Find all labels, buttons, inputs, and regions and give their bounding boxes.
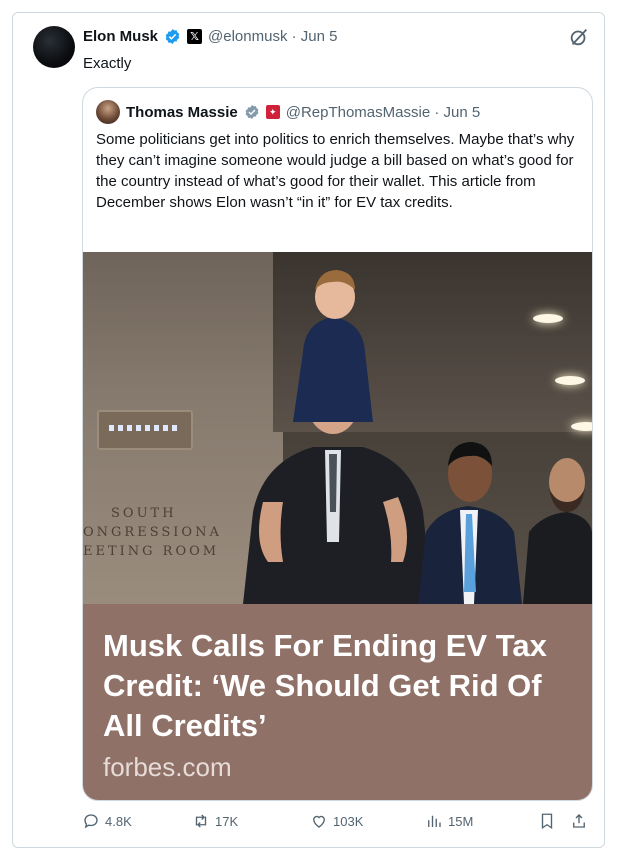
article-domain[interactable]: forbes.com bbox=[103, 752, 232, 783]
ceiling-light bbox=[555, 376, 585, 385]
government-verified-icon bbox=[245, 105, 259, 119]
ceiling-light bbox=[533, 314, 563, 323]
photo-man-far-right bbox=[523, 458, 592, 604]
photo-man-right bbox=[418, 442, 522, 604]
share-button[interactable] bbox=[570, 812, 588, 830]
quote-header: Thomas Massie ✦ @RepThomasMassie · Jun 5 bbox=[96, 100, 480, 124]
article-title[interactable]: Musk Calls For Ending EV Tax Credit: ‘We… bbox=[103, 626, 573, 746]
share-icon bbox=[573, 814, 585, 828]
like-count: 103K bbox=[333, 813, 364, 829]
congress-affiliation-icon: ✦ bbox=[265, 105, 280, 119]
repost-icon bbox=[195, 814, 207, 828]
tweet-header: Elon Musk 𝕏 @elonmusk · Jun 5 bbox=[83, 28, 337, 45]
views-button[interactable]: 15M bbox=[425, 812, 473, 830]
x-affiliation-icon: 𝕏 bbox=[187, 29, 203, 44]
verified-badge-icon bbox=[165, 29, 180, 44]
reply-count: 4.8K bbox=[105, 813, 132, 829]
bookmark-icon bbox=[541, 813, 553, 830]
wall-plaque bbox=[97, 410, 193, 450]
quoted-tweet[interactable]: Thomas Massie ✦ @RepThomasMassie · Jun 5… bbox=[82, 87, 593, 801]
views-count: 15M bbox=[448, 813, 474, 829]
views-chart-icon bbox=[428, 815, 441, 827]
grok-icon[interactable] bbox=[568, 26, 590, 48]
article-card-banner[interactable]: Musk Calls For Ending EV Tax Credit: ‘We… bbox=[83, 604, 592, 800]
author-name[interactable]: Elon Musk bbox=[83, 28, 158, 45]
like-button[interactable]: 103K bbox=[310, 812, 363, 830]
article-photo: SOUTH ONGRESSIONA EETING ROOM bbox=[83, 252, 592, 604]
bookmark-button[interactable] bbox=[538, 812, 556, 830]
author-handle-date[interactable]: @elonmusk · Jun 5 bbox=[208, 28, 337, 45]
tweet-text: Exactly bbox=[83, 55, 132, 72]
quote-author-handle-date: @RepThomasMassie · Jun 5 bbox=[285, 103, 481, 121]
author-avatar[interactable] bbox=[33, 26, 75, 68]
reply-button[interactable]: 4.8K bbox=[82, 812, 132, 830]
quote-author-name: Thomas Massie bbox=[126, 103, 238, 121]
repost-count: 17K bbox=[215, 813, 239, 829]
repost-button[interactable]: 17K bbox=[192, 812, 238, 830]
heart-icon bbox=[313, 815, 325, 828]
quote-text: Some politicians get into politics to en… bbox=[96, 131, 575, 211]
tweet-action-bar: 4.8K 17K 103K 15M bbox=[82, 812, 592, 836]
reply-icon bbox=[84, 814, 98, 829]
quote-author-avatar bbox=[96, 100, 120, 124]
